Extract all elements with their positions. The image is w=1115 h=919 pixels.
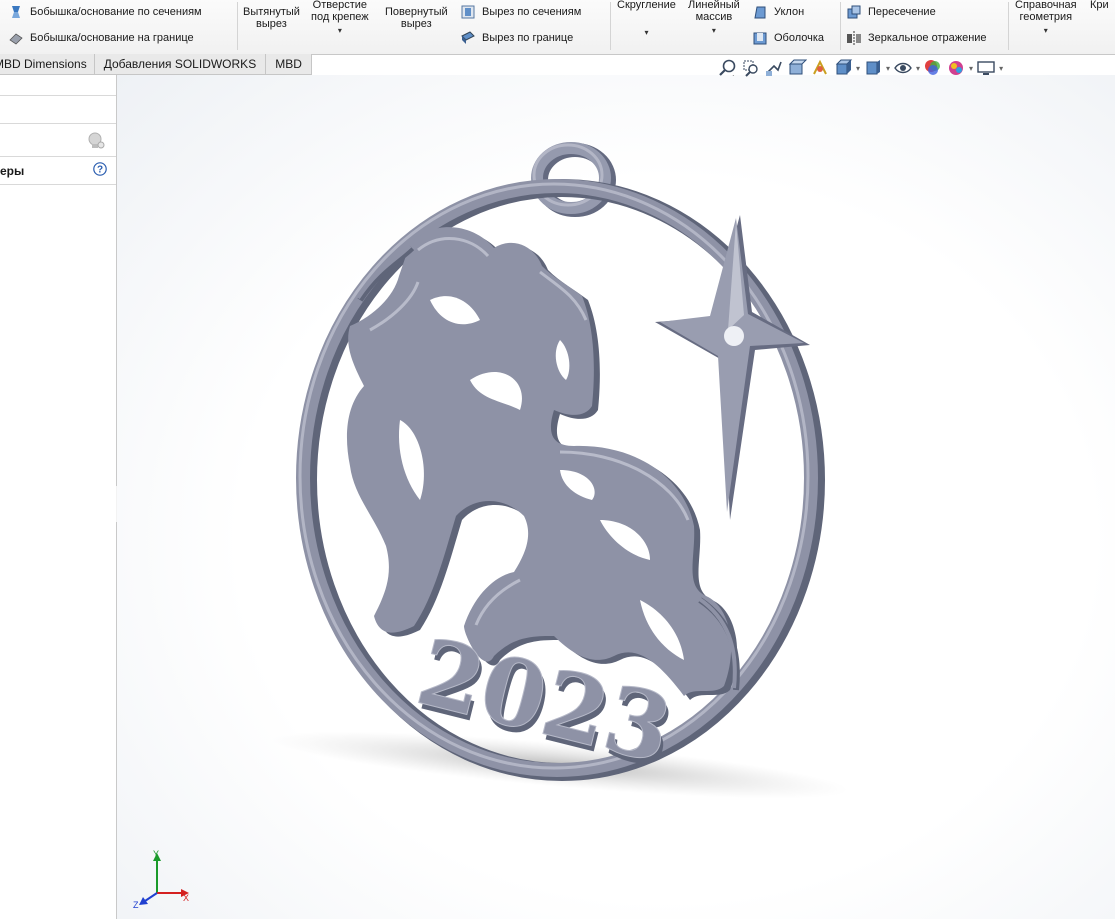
hanging-loop [531,142,616,217]
horse-figure [346,227,740,700]
section-view-icon[interactable] [787,58,807,78]
y-axis-label: Y [153,849,159,859]
extruded-cut-label: Вытянутый вырез [243,6,300,30]
intersect-label: Пересечение [868,6,936,18]
extruded-cut-button[interactable]: Вытянутый вырез [243,6,300,30]
revolved-cut-label: Повернутый вырез [385,6,448,30]
hole-wizard-button[interactable]: Отверстие под крепеж ▾ [311,0,369,37]
display-style-icon[interactable] [863,58,883,78]
z-axis-label: Z [133,900,139,909]
chevron-down-icon[interactable]: ▾ [311,25,369,37]
lightbulb-icon[interactable] [86,131,106,151]
lofted-cut-icon [461,5,475,19]
shell-label: Оболочка [774,32,825,44]
dynamic-annotation-icon[interactable] [810,58,830,78]
svg-text:?: ? [97,165,103,176]
z-axis [144,892,158,902]
divider [0,95,116,96]
command-manager-tabs: MBD Dimensions Добавления SOLIDWORKS MBD [0,54,312,75]
chevron-down-icon[interactable]: ▾ [886,64,890,73]
shell-icon [753,32,767,45]
revolved-cut-button[interactable]: Повернутый вырез [385,6,448,30]
divider [0,123,116,124]
boundary-boss-icon [9,33,23,45]
cut-sections-label: Вырез по сечениям [482,6,582,18]
tab-mbd-dimensions[interactable]: MBD Dimensions [0,54,95,75]
chevron-down-icon[interactable]: ▾ [969,64,973,73]
zoom-to-area-icon[interactable] [741,58,761,78]
heads-up-view-toolbar: ▾ ▾ ▾ ▾ ▾ [718,58,1003,78]
ribbon-separator [840,2,841,50]
chevron-down-icon[interactable]: ▾ [688,25,740,37]
reference-geometry-label: Справочная геометрия [1015,0,1077,23]
ribbon-separator [610,2,611,50]
previous-view-icon[interactable] [764,58,784,78]
zoom-to-fit-icon[interactable] [718,58,738,78]
linear-pattern-label: Линейный массив [688,0,740,23]
curves-label: Кри [1090,0,1109,11]
lofted-boss-icon [12,6,20,18]
shell-button[interactable]: Оболочка [752,30,824,46]
chevron-down-icon[interactable]: ▾ [856,64,860,73]
ribbon-separator [1008,2,1009,50]
fillet-button[interactable]: Скругление ▾ [617,0,676,39]
chevron-down-icon[interactable]: ▾ [916,64,920,73]
intersect-icon [847,5,861,19]
view-settings-icon[interactable] [976,58,996,78]
edit-appearance-icon[interactable] [923,58,943,78]
boundary-cut-icon [461,31,475,44]
boss-boundary-label: Бобышка/основание на границе [30,32,194,44]
tab-mbd[interactable]: MBD [266,54,312,75]
linear-pattern-button[interactable]: Линейный массив ▾ [688,0,740,37]
mirror-icon [847,31,861,45]
curves-button[interactable]: Кри [1090,0,1109,11]
cut-boundary-button[interactable]: Вырез по границе [460,30,573,46]
intersect-button[interactable]: Пересечение [846,4,936,20]
hide-show-items-icon[interactable] [893,58,913,78]
reference-geometry-button[interactable]: Справочная геометрия ▾ [1015,0,1077,37]
command-manager-ribbon: Бобышка/основание по сечениям Бобышка/ос… [0,0,1115,55]
divider [0,156,116,157]
boss-sections-button[interactable]: Бобышка/основание по сечениям [8,4,202,20]
graphics-area[interactable]: 2023 2023 Y X Z [117,75,1115,919]
boss-boundary-button[interactable]: Бобышка/основание на границе [8,30,194,46]
chevron-down-icon[interactable]: ▾ [617,27,676,39]
hole-wizard-label: Отверстие под крепеж [311,0,369,23]
tab-solidworks-addins[interactable]: Добавления SOLIDWORKS [94,54,267,75]
chevron-down-icon[interactable]: ▾ [999,64,1003,73]
chevron-down-icon[interactable]: ▾ [1015,25,1077,37]
view-orientation-icon[interactable] [833,58,853,78]
divider [0,184,116,185]
draft-button[interactable]: Уклон [752,4,804,20]
mirror-label: Зеркальное отражение [868,32,987,44]
property-manager-panel: еры ? [0,75,117,919]
cut-boundary-label: Вырез по границе [482,32,574,44]
ribbon-separator [237,2,238,50]
boss-sections-label: Бобышка/основание по сечениям [30,6,202,18]
fillet-label: Скругление [617,0,676,11]
section-heading: еры [0,164,25,178]
draft-icon [754,6,766,19]
pendant-model[interactable]: 2023 2023 [117,75,1115,919]
help-icon[interactable]: ? [93,162,107,176]
draft-label: Уклон [774,6,805,18]
mirror-button[interactable]: Зеркальное отражение [846,30,987,46]
apply-scene-icon[interactable] [946,58,966,78]
x-axis-label: X [183,893,189,903]
cut-sections-button[interactable]: Вырез по сечениям [460,4,581,20]
orientation-triad: Y X Z [133,849,189,909]
